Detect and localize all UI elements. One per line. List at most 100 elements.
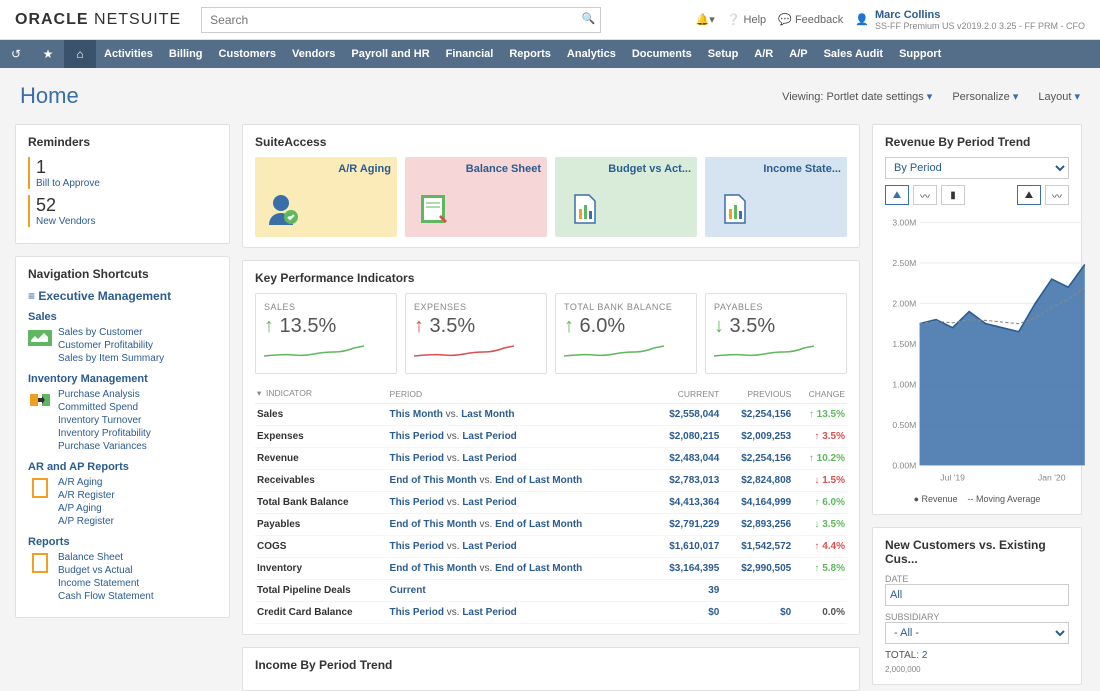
shortcut-group-0[interactable]: Sales — [28, 311, 217, 323]
chart-type-line-icon[interactable]: 〰 — [913, 185, 937, 205]
viewing-selector[interactable]: Viewing: Portlet date settings — [782, 90, 932, 103]
kpi-row[interactable]: COGSThis Period vs. Last Period$1,610,01… — [255, 536, 847, 558]
shortcuts-title: Navigation Shortcuts — [28, 267, 217, 281]
shortcut-link[interactable]: Budget vs Actual — [58, 564, 154, 577]
star-icon[interactable]: ★ — [32, 40, 64, 68]
main-nav: ↺ ★ ⌂ ActivitiesBillingCustomersVendorsP… — [0, 40, 1100, 68]
nav-support[interactable]: Support — [891, 48, 949, 60]
chart-thumb2-icon[interactable]: 〰 — [1045, 185, 1069, 205]
reminders-title: Reminders — [28, 135, 217, 149]
nav-a-r[interactable]: A/R — [746, 48, 781, 60]
feedback-link[interactable]: 💬 Feedback — [778, 13, 843, 26]
shortcut-link[interactable]: Purchase Variances — [58, 440, 151, 453]
period-selector[interactable]: By Period — [885, 157, 1069, 179]
user-menu[interactable]: 👤 Marc Collins SS-FF Premium US v2019.2.… — [855, 9, 1085, 31]
sparkline — [414, 342, 514, 362]
kpi-row[interactable]: Total Pipeline DealsCurrent39 — [255, 580, 847, 602]
svg-text:0.50M: 0.50M — [892, 420, 916, 430]
shortcut-group-3[interactable]: Reports — [28, 536, 217, 548]
kpi-row[interactable]: InventoryEnd of This Month vs. End of La… — [255, 558, 847, 580]
nav-analytics[interactable]: Analytics — [559, 48, 624, 60]
nav-documents[interactable]: Documents — [624, 48, 700, 60]
shortcut-link[interactable]: A/R Aging — [58, 476, 115, 489]
shortcut-link[interactable]: Inventory Profitability — [58, 427, 151, 440]
kpi-row[interactable]: ExpensesThis Period vs. Last Period$2,08… — [255, 426, 847, 448]
shortcut-link[interactable]: Balance Sheet — [58, 551, 154, 564]
newcust-title: New Customers vs. Existing Cus... — [885, 538, 1069, 566]
shortcut-icon — [28, 476, 52, 500]
exec-mgmt-link[interactable]: ≡ Executive Management — [28, 289, 217, 303]
kpi-card[interactable]: SALES↑ 13.5% — [255, 293, 397, 374]
shortcut-link[interactable]: Committed Spend — [58, 401, 151, 414]
kpi-row[interactable]: Total Bank BalanceThis Period vs. Last P… — [255, 492, 847, 514]
search-input[interactable] — [201, 7, 601, 33]
nav-payroll-and-hr[interactable]: Payroll and HR — [343, 48, 437, 60]
kpi-row[interactable]: ReceivablesEnd of This Month vs. End of … — [255, 470, 847, 492]
user-context: SS-FF Premium US v2019.2.0 3.25 - FF PRM… — [875, 21, 1085, 31]
shortcut-link[interactable]: Cash Flow Statement — [58, 590, 154, 603]
kpi-title: Key Performance Indicators — [255, 271, 847, 285]
shortcut-link[interactable]: A/P Aging — [58, 502, 115, 515]
svg-text:0.00M: 0.00M — [892, 461, 916, 471]
page-title: Home — [20, 83, 79, 109]
help-link[interactable]: ❔ Help — [727, 13, 766, 26]
kpi-table: ▾ INDICATORPERIODCURRENTPREVIOUSCHANGE S… — [255, 384, 847, 624]
search-icon[interactable]: 🔍 — [581, 12, 595, 25]
kpi-row[interactable]: RevenueThis Period vs. Last Period$2,483… — [255, 448, 847, 470]
svg-text:3.00M: 3.00M — [892, 218, 916, 228]
chart-type-bar-icon[interactable]: ▮ — [941, 185, 965, 205]
chart-thumb-icon[interactable]: ⛰ — [1017, 185, 1041, 205]
shortcut-link[interactable]: Income Statement — [58, 577, 154, 590]
tile-1[interactable]: Balance Sheet — [405, 157, 547, 237]
nav-reports[interactable]: Reports — [501, 48, 559, 60]
total-link[interactable]: 2 — [922, 650, 928, 661]
kpi-row[interactable]: PayablesEnd of This Month vs. End of Las… — [255, 514, 847, 536]
shortcut-group-2[interactable]: AR and AP Reports — [28, 461, 217, 473]
nav-sales-audit[interactable]: Sales Audit — [816, 48, 892, 60]
revenue-title: Revenue By Period Trend — [885, 135, 1069, 149]
history-icon[interactable]: ↺ — [0, 40, 32, 68]
shortcut-link[interactable]: Sales by Customer — [58, 326, 164, 339]
sparkline — [264, 342, 364, 362]
tile-0[interactable]: A/R Aging — [255, 157, 397, 237]
income-title: Income By Period Trend — [255, 658, 847, 672]
layout-button[interactable]: Layout — [1038, 90, 1080, 103]
nav-customers[interactable]: Customers — [211, 48, 284, 60]
kpi-row[interactable]: Credit Card BalanceThis Period vs. Last … — [255, 602, 847, 624]
chart-type-area-icon[interactable]: ⛰ — [885, 185, 909, 205]
shortcut-link[interactable]: Purchase Analysis — [58, 388, 151, 401]
shortcut-link[interactable]: Inventory Turnover — [58, 414, 151, 427]
date-label: DATE — [885, 574, 1069, 584]
tile-2[interactable]: Budget vs Act... — [555, 157, 697, 237]
shortcut-link[interactable]: Customer Profitability — [58, 339, 164, 352]
tile-icon — [567, 191, 603, 227]
notifications-icon[interactable]: 🔔▾ — [696, 13, 715, 26]
avatar-icon: 👤 — [855, 13, 869, 26]
tile-3[interactable]: Income State... — [705, 157, 847, 237]
subsidiary-select[interactable]: - All - — [885, 622, 1069, 644]
kpi-card[interactable]: PAYABLES↓ 3.5% — [705, 293, 847, 374]
shortcut-link[interactable]: Sales by Item Summary — [58, 352, 164, 365]
personalize-button[interactable]: Personalize — [952, 90, 1018, 103]
nav-activities[interactable]: Activities — [96, 48, 161, 60]
shortcuts-portlet: Navigation Shortcuts ≡ Executive Managem… — [15, 256, 230, 618]
kpi-card[interactable]: TOTAL BANK BALANCE↑ 6.0% — [555, 293, 697, 374]
nav-a-p[interactable]: A/P — [781, 48, 815, 60]
reminder-item[interactable]: 1Bill to Approve — [28, 157, 217, 189]
reminder-item[interactable]: 52New Vendors — [28, 195, 217, 227]
kpi-portlet: Key Performance Indicators SALES↑ 13.5%E… — [242, 260, 860, 635]
tile-icon — [267, 191, 303, 227]
kpi-card[interactable]: EXPENSES↑ 3.5% — [405, 293, 547, 374]
nav-vendors[interactable]: Vendors — [284, 48, 343, 60]
home-icon[interactable]: ⌂ — [64, 40, 96, 68]
user-name: Marc Collins — [875, 9, 1085, 21]
shortcut-link[interactable]: A/P Register — [58, 515, 115, 528]
y-tick: 2,000,000 — [885, 665, 1069, 674]
nav-billing[interactable]: Billing — [161, 48, 211, 60]
nav-setup[interactable]: Setup — [700, 48, 747, 60]
shortcut-link[interactable]: A/R Register — [58, 489, 115, 502]
nav-financial[interactable]: Financial — [438, 48, 502, 60]
date-input[interactable] — [885, 584, 1069, 606]
shortcut-group-1[interactable]: Inventory Management — [28, 373, 217, 385]
kpi-row[interactable]: SalesThis Month vs. Last Month$2,558,044… — [255, 404, 847, 426]
